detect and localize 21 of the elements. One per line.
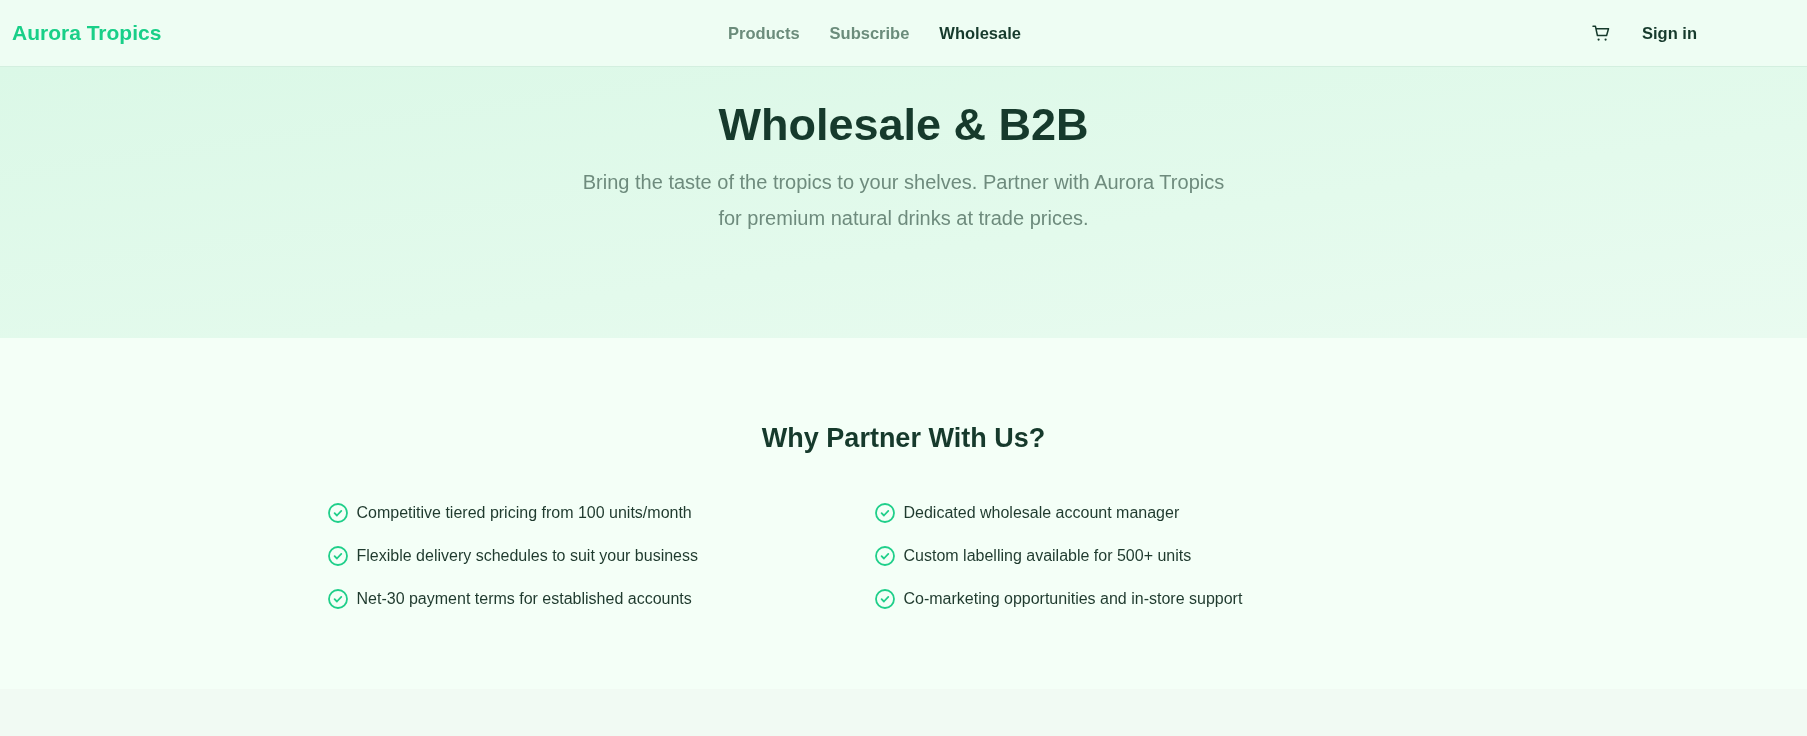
check-circle-icon bbox=[327, 502, 348, 523]
nav-link[interactable]: Products bbox=[728, 20, 800, 46]
brand-logo[interactable]: Aurora Tropics bbox=[12, 17, 162, 49]
benefit-text: Co-marketing opportunities and in-store support bbox=[903, 589, 1243, 610]
sign-in-link[interactable]: Sign in bbox=[1642, 20, 1697, 46]
benefit-text: Flexible delivery schedules to suit your business bbox=[356, 546, 698, 567]
benefit-text: Dedicated wholesale account manager bbox=[903, 503, 1180, 524]
nav-link[interactable]: Subscribe bbox=[829, 20, 910, 46]
check-circle-icon bbox=[874, 588, 895, 609]
nav-link[interactable]: Wholesale bbox=[939, 20, 1021, 46]
section-heading: Why Partner With Us? bbox=[760, 422, 1047, 455]
cart-icon[interactable] bbox=[1592, 24, 1610, 42]
check-circle-icon bbox=[327, 588, 348, 609]
benefit-text: Net-30 payment terms for established accounts bbox=[356, 589, 692, 610]
benefit-text: Competitive tiered pricing from 100 units/month bbox=[356, 503, 692, 524]
hero-subtitle: Bring the taste of the tropics to your shelves. Partner with Aurora Tropics for premium natural drinks at trade prices. bbox=[581, 170, 1226, 231]
hero-title: Wholesale & B2B bbox=[717, 98, 1090, 152]
check-circle-icon bbox=[327, 545, 348, 566]
check-circle-icon bbox=[874, 502, 895, 523]
check-circle-icon bbox=[874, 545, 895, 566]
benefit-text: Custom labelling available for 500+ units bbox=[903, 546, 1192, 567]
